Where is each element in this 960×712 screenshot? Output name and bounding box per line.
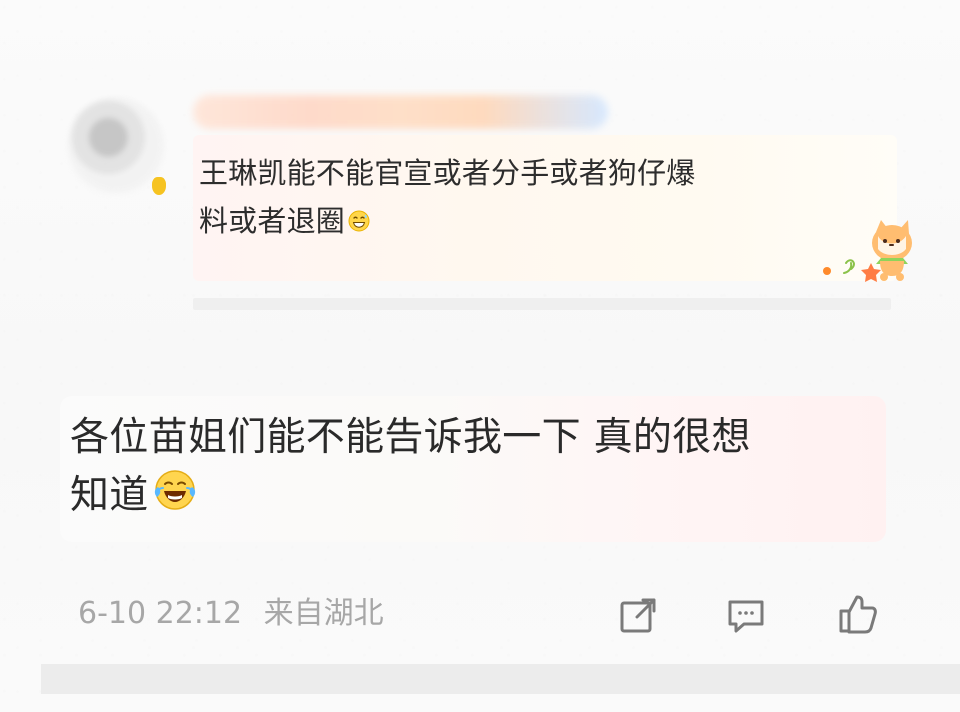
- comment-meta: 6-10 22:12 来自湖北: [78, 594, 396, 634]
- like-icon[interactable]: [830, 588, 882, 640]
- shiba-sticker-icon: [823, 220, 912, 282]
- quoted-comment-line-1: 王琳凯能不能官宣或者分手或者狗仔爆: [199, 156, 696, 190]
- comment-screen: 王琳凯能不能官宣或者分手或者狗仔爆 料或者退圈 各位苗姐们能不能告诉我一下 真的…: [0, 0, 960, 712]
- blurred-username[interactable]: [193, 95, 608, 129]
- quoted-comment-card[interactable]: 王琳凯能不能官宣或者分手或者狗仔爆 料或者退圈: [60, 80, 912, 320]
- comment-icon[interactable]: [720, 590, 772, 642]
- quoted-comment-text: 王琳凯能不能官宣或者分手或者狗仔爆 料或者退圈: [199, 149, 874, 245]
- main-comment-text: 各位苗姐们能不能告诉我一下 真的很想 知道: [70, 410, 880, 524]
- main-comment-line-1: 各位苗姐们能不能告诉我一下 真的很想: [70, 415, 751, 460]
- comment-date: 6-10 22:12: [78, 596, 243, 631]
- verified-badge-icon: [152, 177, 166, 195]
- comment-divider: [41, 664, 960, 694]
- grin-sweat-emoji-icon: [348, 210, 370, 232]
- avatar[interactable]: [68, 97, 164, 193]
- comment-actions: [612, 588, 892, 644]
- share-icon[interactable]: [612, 590, 664, 642]
- comment-location: 来自湖北: [263, 596, 384, 631]
- quoted-comment-line-2: 料或者退圈: [199, 204, 346, 238]
- quoted-comment-divider: [193, 298, 891, 310]
- main-comment-line-2: 知道: [70, 473, 149, 518]
- laugh-cry-emoji-icon: [154, 470, 195, 510]
